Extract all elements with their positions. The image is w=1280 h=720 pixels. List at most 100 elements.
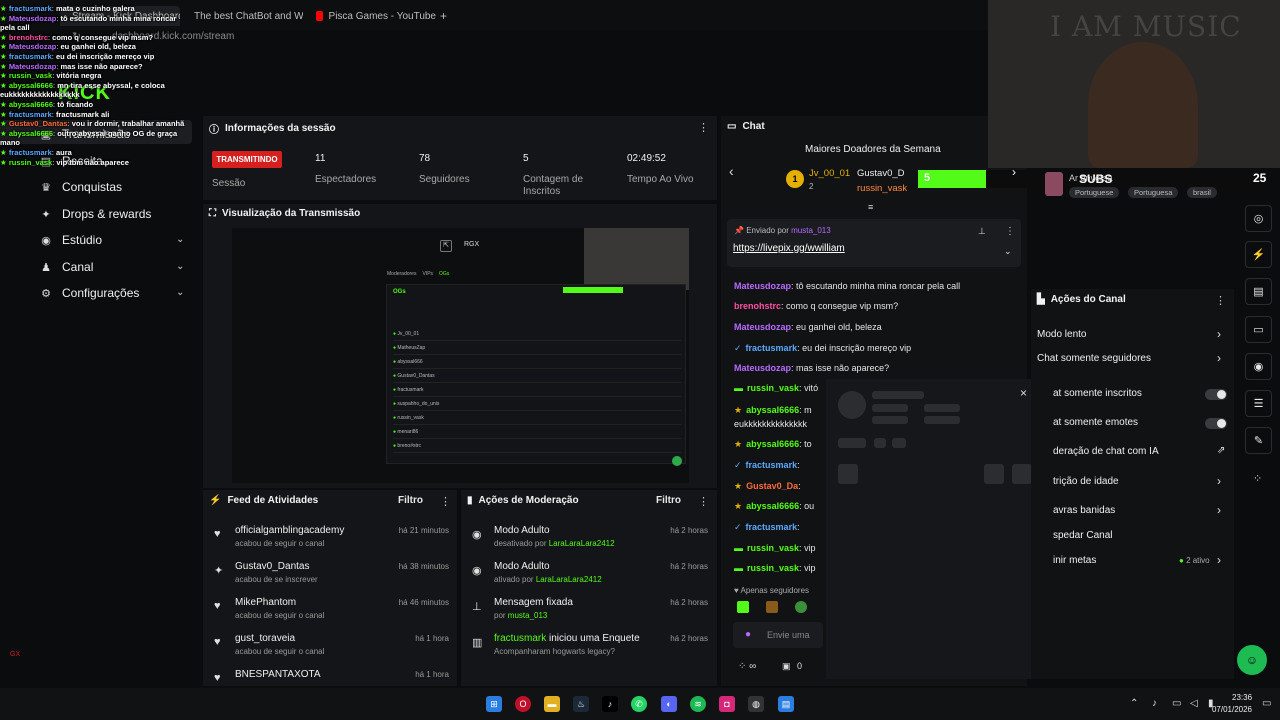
chevron-down-icon[interactable]: ⌄ bbox=[176, 287, 184, 298]
chat-username[interactable]: Mateusdozap bbox=[734, 322, 791, 332]
rail-wrench-icon[interactable]: ✎ bbox=[1245, 427, 1272, 454]
stream-tag[interactable]: Portuguese bbox=[1069, 187, 1120, 198]
rail-apps-icon[interactable]: ⁘ bbox=[1253, 472, 1262, 485]
chat-username[interactable]: brenohstrc bbox=[734, 301, 781, 311]
moderation-user[interactable]: fractusmark bbox=[494, 633, 546, 644]
donor-1-name[interactable]: Jv_00_01 bbox=[809, 168, 850, 179]
opera-gx-icon[interactable]: O bbox=[515, 696, 531, 712]
tray-volume-icon[interactable]: ◁ bbox=[1190, 698, 1198, 709]
activity-user[interactable]: MikePhantom bbox=[235, 597, 296, 608]
channel-action-3[interactable]: at somente emotes bbox=[1053, 417, 1138, 428]
moderation-menu-icon[interactable]: ⋮ bbox=[698, 495, 709, 508]
instagram-icon[interactable]: ◘ bbox=[719, 696, 735, 712]
browser-tab-chatbot[interactable]: The best ChatBot and Wid bbox=[188, 6, 303, 26]
chat-username[interactable]: fractusmark bbox=[746, 343, 798, 353]
preview-popout-icon[interactable]: ⇱ bbox=[440, 240, 452, 252]
tray-time[interactable]: 23:36 bbox=[1232, 693, 1252, 702]
pinned-by-user[interactable]: musta_013 bbox=[791, 226, 831, 235]
toggle-switch[interactable] bbox=[1205, 418, 1227, 429]
discord-icon[interactable]: ◐ bbox=[661, 696, 677, 712]
tiktok-icon[interactable]: ♪ bbox=[602, 696, 618, 712]
rail-broadcast-icon[interactable]: ◉ bbox=[1245, 353, 1272, 380]
rail-document-icon[interactable]: ▤ bbox=[1245, 278, 1272, 305]
toggle-switch[interactable] bbox=[1205, 389, 1227, 400]
activity-user[interactable]: BNESPANTAXOTA bbox=[235, 669, 321, 680]
chat-username[interactable]: fractusmark bbox=[746, 522, 798, 532]
steam-icon[interactable]: ♨ bbox=[573, 696, 589, 712]
actions-menu-icon[interactable]: ⋮ bbox=[1215, 294, 1226, 307]
chat-username[interactable]: abyssal6666 bbox=[746, 405, 799, 415]
sidebar-item-configuracoes[interactable]: ⚙ Configurações bbox=[40, 286, 139, 300]
rail-chat-icon[interactable]: ▭ bbox=[1245, 316, 1272, 343]
chevron-down-icon[interactable]: ⌄ bbox=[176, 261, 184, 272]
stream-tag[interactable]: brasil bbox=[1187, 187, 1217, 198]
pinned-menu-icon[interactable]: ⋮ bbox=[1005, 226, 1015, 237]
chat-username[interactable]: abyssal6666 bbox=[746, 501, 799, 511]
chat-username[interactable]: russin_vask bbox=[747, 563, 799, 573]
obs-icon[interactable]: ◍ bbox=[748, 696, 764, 712]
chevron-right-icon[interactable]: › bbox=[1217, 351, 1221, 365]
channel-action-7[interactable]: spedar Canal bbox=[1053, 530, 1112, 541]
chevron-right-icon[interactable]: › bbox=[1217, 327, 1221, 341]
chat-username[interactable]: russin_vask bbox=[747, 383, 799, 393]
collapse-icon[interactable]: ≡ bbox=[868, 202, 873, 212]
rail-list-icon[interactable]: ☰ bbox=[1245, 390, 1272, 417]
activity-user[interactable]: officialgamblingacademy bbox=[235, 525, 344, 536]
donors-prev-icon[interactable]: ‹ bbox=[729, 163, 734, 179]
stream-tag[interactable]: Portuguesa bbox=[1128, 187, 1179, 198]
new-tab-button[interactable]: + bbox=[440, 6, 454, 26]
sidebar-item-conquistas[interactable]: ♛ Conquistas bbox=[40, 180, 122, 194]
chat-username[interactable]: Mateusdozap bbox=[734, 281, 791, 291]
activity-user[interactable]: gust_toraveia bbox=[235, 633, 295, 644]
activity-filter-button[interactable]: Filtro bbox=[398, 495, 423, 506]
emote-icon[interactable] bbox=[766, 601, 778, 613]
session-menu-icon[interactable]: ⋮ bbox=[698, 121, 709, 134]
emote-icon[interactable] bbox=[737, 601, 749, 613]
pinned-expand-icon[interactable]: ⌄ bbox=[1004, 246, 1012, 257]
tray-date[interactable]: 07/01/2026 bbox=[1210, 705, 1252, 714]
donor-2-name[interactable]: Gustav0_D bbox=[857, 168, 905, 179]
sidebar-item-drops[interactable]: ✦ Drops & rewards bbox=[40, 207, 151, 221]
infinity-icon[interactable]: ⁘ ∞ bbox=[738, 661, 756, 672]
chevron-down-icon[interactable]: ⌄ bbox=[176, 234, 184, 245]
gift-icon[interactable]: ▣ bbox=[782, 661, 791, 672]
moderation-desc-user[interactable]: LaraLaraLara2412 bbox=[549, 539, 615, 548]
channel-action-8[interactable]: inir metas bbox=[1053, 555, 1096, 566]
channel-action-2[interactable]: at somente inscritos bbox=[1053, 388, 1142, 399]
windows-start-icon[interactable]: ⊞ bbox=[486, 696, 502, 712]
rail-bolt-icon[interactable]: ⚡ bbox=[1245, 241, 1272, 268]
channel-action-5[interactable]: trição de idade bbox=[1053, 476, 1119, 487]
notepad-icon[interactable]: ▤ bbox=[778, 696, 794, 712]
donor-3-name[interactable]: russin_vask bbox=[857, 183, 907, 194]
channel-action-1[interactable]: Chat somente seguidores bbox=[1037, 353, 1151, 364]
chat-username[interactable]: Gustav0_Da bbox=[746, 481, 798, 491]
file-explorer-icon[interactable]: ▬ bbox=[544, 696, 560, 712]
rail-camera-icon[interactable]: ◎ bbox=[1245, 205, 1272, 232]
tray-chevron-icon[interactable]: ⌃ bbox=[1130, 698, 1138, 709]
chat-username[interactable]: abyssal6666 bbox=[746, 439, 799, 449]
whatsapp-icon[interactable]: ✆ bbox=[631, 696, 647, 712]
sidebar-item-estudio[interactable]: ◉ Estúdio bbox=[40, 233, 102, 247]
notification-icon[interactable]: ▭ bbox=[1262, 698, 1271, 709]
browser-tab-youtube[interactable]: Pisca Games - YouTube bbox=[316, 6, 436, 26]
chevron-right-icon[interactable]: › bbox=[1217, 553, 1221, 567]
emote-icon[interactable] bbox=[795, 601, 807, 613]
tray-network-icon[interactable]: ▭ bbox=[1172, 698, 1181, 709]
channel-action-6[interactable]: avras banidas bbox=[1053, 505, 1115, 516]
activity-menu-icon[interactable]: ⋮ bbox=[440, 495, 451, 508]
chat-username[interactable]: russin_vask bbox=[747, 543, 799, 553]
channel-action-0[interactable]: Modo lento bbox=[1037, 329, 1086, 340]
sidebar-item-canal[interactable]: ♟ Canal bbox=[40, 260, 93, 274]
activity-user[interactable]: Gustav0_Dantas bbox=[235, 561, 310, 572]
tray-mic-icon[interactable]: ♪ bbox=[1152, 698, 1157, 709]
support-button[interactable]: ☺ bbox=[1237, 645, 1267, 675]
moderation-desc-user[interactable]: LaraLaraLara2412 bbox=[536, 575, 602, 584]
chevron-right-icon[interactable]: › bbox=[1217, 474, 1221, 488]
moderation-filter-button[interactable]: Filtro bbox=[656, 495, 681, 506]
chat-username[interactable]: fractusmark bbox=[746, 460, 798, 470]
moderation-desc-user[interactable]: musta_013 bbox=[508, 611, 548, 620]
close-icon[interactable]: × bbox=[1020, 386, 1027, 400]
external-link-icon[interactable]: ⇗ bbox=[1217, 445, 1225, 456]
spotify-icon[interactable]: ≋ bbox=[690, 696, 706, 712]
channel-action-4[interactable]: deração de chat com IA bbox=[1053, 446, 1159, 457]
